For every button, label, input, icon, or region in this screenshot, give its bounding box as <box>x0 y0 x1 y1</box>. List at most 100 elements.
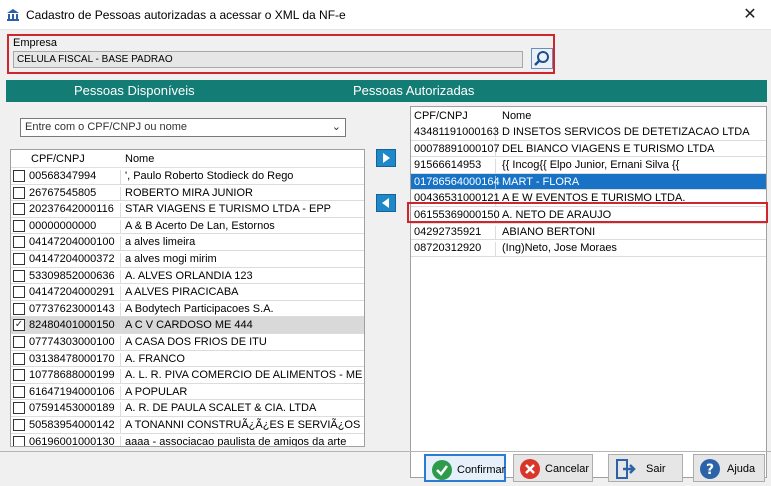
grid-header: CPF/CNPJ Nome <box>411 107 766 124</box>
table-row[interactable]: 43481191000163 D INSETOS SERVICOS DE DETE… <box>411 124 766 141</box>
row-checkbox[interactable] <box>13 252 25 265</box>
magnifier-icon <box>534 51 549 66</box>
check-icon <box>432 460 452 480</box>
row-checkbox[interactable] <box>13 335 25 348</box>
table-row[interactable]: 06155369000150 A. NETO DE ARAUJO <box>411 207 766 224</box>
table-row[interactable]: 07774303000100 A CASA DOS FRIOS DE ITU <box>11 334 364 351</box>
cpf-cell: 06155369000150 <box>414 208 500 223</box>
table-row[interactable]: 06196001000130 aaaa - associacao paulista… <box>11 434 364 446</box>
cpf-cell: 00436531000121 <box>414 192 500 207</box>
table-row[interactable]: 04147204000291 A ALVES PIRACICABA <box>11 284 364 301</box>
name-cell: a alves mogi mirim <box>125 252 217 265</box>
table-row[interactable]: 20237642000116 STAR VIAGENS E TURISMO LTD… <box>11 201 364 218</box>
row-checkbox[interactable] <box>13 186 25 199</box>
filter-combobox-text: Entre com o CPF/CNPJ ou nome <box>25 121 188 133</box>
row-checkbox[interactable] <box>13 369 25 382</box>
ajuda-label: Ajuda <box>727 463 756 475</box>
table-row[interactable]: 07737623000143 A Bodytech Participacoes S… <box>11 301 364 318</box>
empresa-search-button[interactable] <box>531 48 553 69</box>
name-cell: ROBERTO MIRA JUNIOR <box>125 186 253 199</box>
table-row[interactable]: 26767545805 ROBERTO MIRA JUNIOR <box>11 185 364 202</box>
row-checkbox[interactable] <box>13 286 25 299</box>
name-cell: A. ALVES ORLANDIA 123 <box>125 269 253 282</box>
ajuda-button[interactable]: ? Ajuda <box>693 454 765 482</box>
name-cell: MART - FLORA <box>502 175 580 188</box>
column-header-nome[interactable]: Nome <box>502 110 531 122</box>
table-row-selected[interactable]: 01786564000164 MART - FLORA <box>411 173 766 191</box>
cpf-cell: 04147204000100 <box>29 236 121 251</box>
row-checkbox[interactable] <box>13 203 25 216</box>
arrow-left-icon <box>382 198 389 208</box>
svg-text:?: ? <box>706 462 714 478</box>
name-cell: DEL BIANCO VIAGENS E TURISMO LTDA <box>502 142 715 155</box>
table-row[interactable]: 07591453000189 A. R. DE PAULA SCALET & CI… <box>11 400 364 417</box>
table-row[interactable]: 04147204000372 a alves mogi mirim <box>11 251 364 268</box>
confirmar-button[interactable]: Confirmar <box>424 454 506 482</box>
cpf-cell: 08720312920 <box>414 242 496 257</box>
transfer-buttons <box>366 102 410 478</box>
column-header-cpf[interactable]: CPF/CNPJ <box>31 153 85 165</box>
name-cell: D INSETOS SERVICOS DE DETETIZACAO LTDA <box>502 126 750 138</box>
close-button[interactable]: ✕ <box>739 4 761 26</box>
row-checkbox[interactable] <box>13 402 25 415</box>
table-row[interactable]: 61647194000106 A POPULAR <box>11 384 364 401</box>
row-checkbox[interactable] <box>13 269 25 282</box>
move-right-button[interactable] <box>376 149 396 167</box>
question-icon: ? <box>700 459 720 479</box>
cpf-cell: 82480401000150 <box>29 319 121 334</box>
table-row[interactable]: 00436531000121 A E W EVENTOS E TURISMO LT… <box>411 190 766 207</box>
x-circle-icon <box>520 459 540 479</box>
cpf-cell: 06196001000130 <box>29 435 121 446</box>
table-row[interactable]: 04147204000100 a alves limeira <box>11 234 364 251</box>
table-row[interactable]: 08720312920 (Ing)Neto, Jose Moraes <box>411 240 766 257</box>
cpf-cell: 00078891000107 <box>414 142 500 157</box>
row-checkbox[interactable] <box>13 435 25 446</box>
table-row[interactable]: 10778688000199 A. L. R. PIVA COMERCIO DE … <box>11 367 364 384</box>
table-row[interactable]: 50583954000142 A TONANNI CONSTRUÃ¿Ã¿ES E … <box>11 417 364 434</box>
row-checkbox[interactable] <box>13 170 25 182</box>
table-row[interactable]: 04292735921 ABIANO BERTONI <box>411 224 766 241</box>
chevron-down-icon[interactable]: ⌄ <box>332 120 341 133</box>
table-row[interactable]: 91566614953 {{ Incog{{ Elpo Junior, Ernan… <box>411 157 766 174</box>
cpf-cell: 61647194000106 <box>29 385 121 400</box>
cpf-cell: 50583954000142 <box>29 418 121 433</box>
row-checkbox[interactable] <box>13 385 25 398</box>
empresa-label: Empresa <box>13 37 58 49</box>
footer-divider <box>0 451 771 452</box>
name-cell: A & B Acerto De Lan, Estornos <box>125 219 275 232</box>
table-row-checked[interactable]: ✓ 82480401000150 A C V CARDOSO ME 444 <box>11 317 364 334</box>
move-left-button[interactable] <box>376 194 396 212</box>
cpf-cell: 07591453000189 <box>29 402 121 417</box>
cpf-cell: 03138478000170 <box>29 352 121 367</box>
cpf-cell: 91566614953 <box>414 159 496 174</box>
authorized-people-grid[interactable]: CPF/CNPJ Nome 43481191000163 D INSETOS SE… <box>410 106 767 478</box>
name-cell: A ALVES PIRACICABA <box>125 286 239 299</box>
table-row[interactable]: 00000000000 A & B Acerto De Lan, Estornos <box>11 218 364 235</box>
empresa-field[interactable]: CELULA FISCAL - BASE PADRAO <box>13 51 523 68</box>
bank-icon <box>7 9 19 21</box>
cpf-cell: 04147204000291 <box>29 286 121 301</box>
cpf-cell: 07774303000100 <box>29 335 121 350</box>
sair-button[interactable]: Sair <box>608 454 683 482</box>
row-checkbox[interactable] <box>13 302 25 315</box>
cpf-cell: 43481191000163 <box>414 126 499 140</box>
empresa-group: Empresa CELULA FISCAL - BASE PADRAO <box>7 34 555 74</box>
cancelar-button[interactable]: Cancelar <box>513 454 593 482</box>
table-row[interactable]: 53309852000636 A. ALVES ORLANDIA 123 <box>11 268 364 285</box>
row-checkbox[interactable] <box>13 236 25 249</box>
name-cell: STAR VIAGENS E TURISMO LTDA - EPP <box>125 203 331 216</box>
row-checkbox-checked[interactable]: ✓ <box>13 319 25 332</box>
filter-combobox[interactable]: Entre com o CPF/CNPJ ou nome ⌄ <box>20 118 346 137</box>
available-people-grid[interactable]: CPF/CNPJ Nome 00568347994 ', Paulo Robert… <box>10 149 365 447</box>
row-checkbox[interactable] <box>13 352 25 365</box>
cpf-cell: 10778688000199 <box>29 369 121 384</box>
table-row[interactable]: 03138478000170 A. FRANCO <box>11 351 364 368</box>
column-header-cpf[interactable]: CPF/CNPJ <box>414 110 468 122</box>
table-row[interactable]: 00078891000107 DEL BIANCO VIAGENS E TURIS… <box>411 141 766 158</box>
row-checkbox[interactable] <box>13 418 25 431</box>
cpf-cell: 04147204000372 <box>29 252 121 267</box>
row-checkbox[interactable] <box>13 219 25 232</box>
column-header-nome[interactable]: Nome <box>125 153 154 165</box>
name-cell: A Bodytech Participacoes S.A. <box>125 302 274 315</box>
table-row[interactable]: 00568347994 ', Paulo Roberto Stodieck do … <box>11 168 364 185</box>
